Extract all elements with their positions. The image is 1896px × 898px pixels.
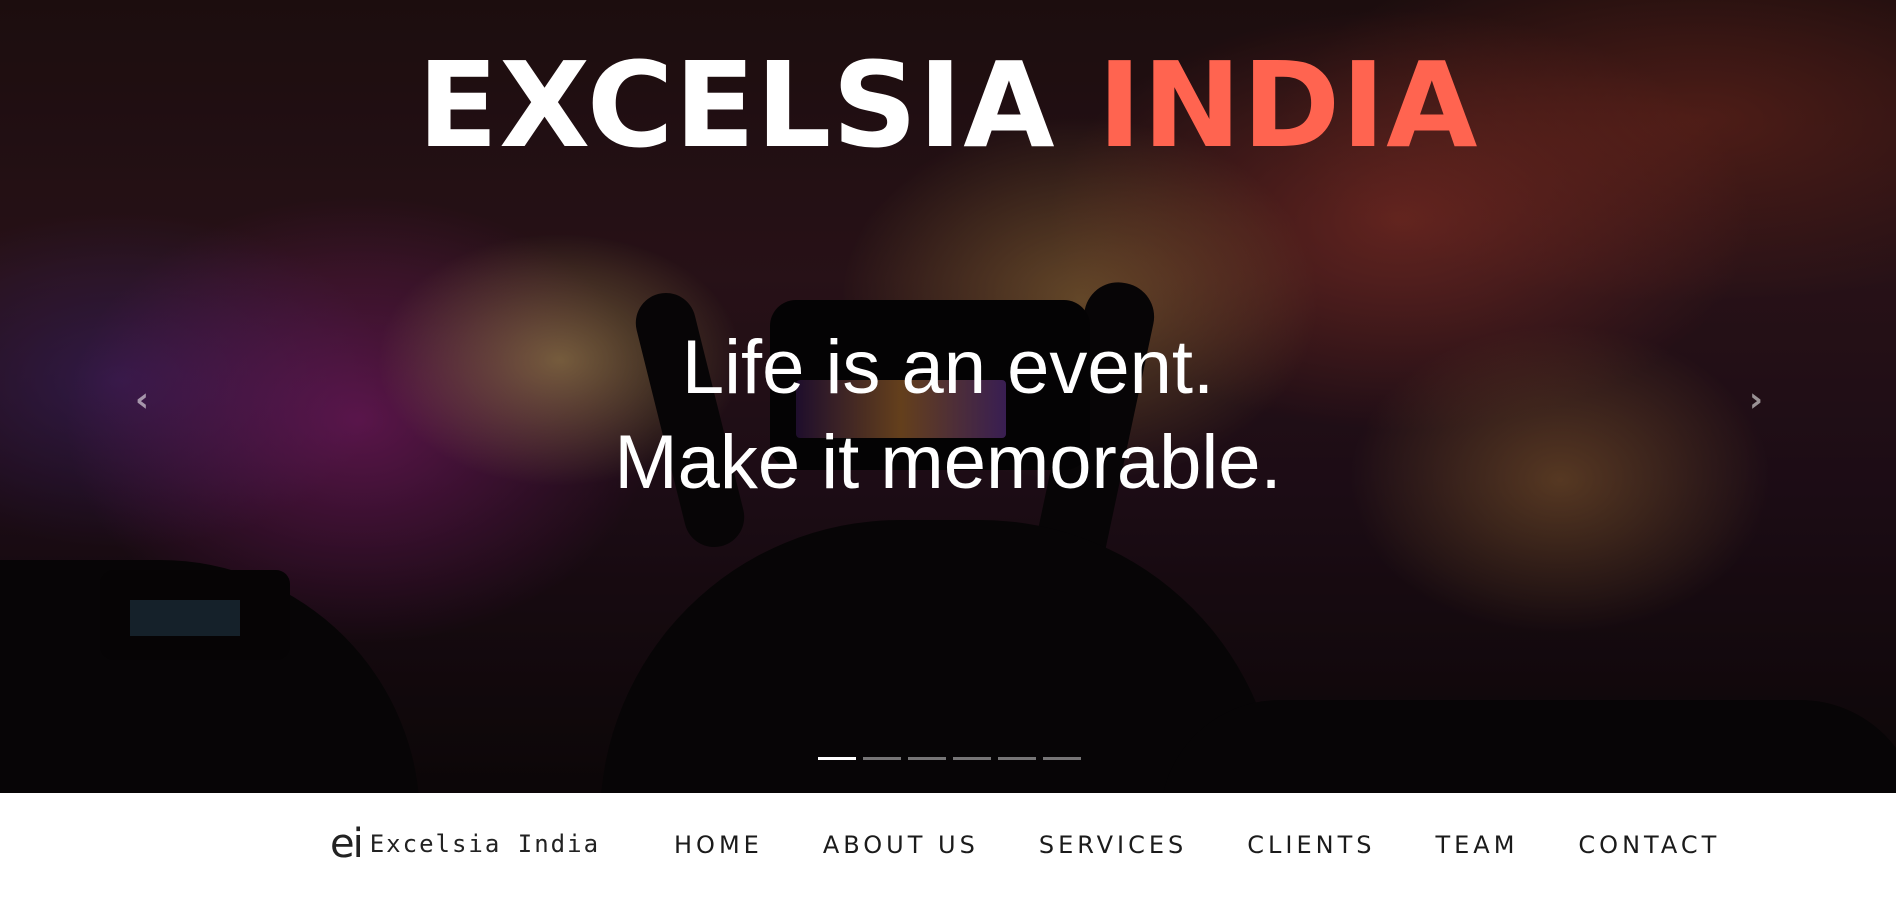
logo-text: Excelsia India bbox=[369, 830, 601, 858]
carousel-indicator-5[interactable] bbox=[998, 757, 1036, 760]
tagline-line-2: Make it memorable. bbox=[614, 420, 1282, 505]
carousel-indicator-3[interactable] bbox=[908, 757, 946, 760]
hero-tagline: Life is an event. Make it memorable. bbox=[0, 320, 1896, 510]
nav-link-clients[interactable]: CLIENTS bbox=[1247, 827, 1375, 863]
logo-mark: ei bbox=[330, 821, 364, 867]
brand-title-main: EXCELSIA bbox=[417, 36, 1056, 174]
hero-carousel: EXCELSIA INDIA Life is an event. Make it… bbox=[0, 0, 1896, 793]
nav-link-team[interactable]: TEAM bbox=[1435, 827, 1518, 863]
carousel-indicators bbox=[818, 757, 1081, 761]
brand-title-accent: INDIA bbox=[1097, 36, 1479, 174]
chevron-left-icon[interactable]: ‹ bbox=[122, 380, 162, 420]
carousel-indicator-6[interactable] bbox=[1043, 757, 1081, 760]
carousel-indicator-4[interactable] bbox=[953, 757, 991, 760]
site-logo[interactable]: ei Excelsia India bbox=[330, 819, 600, 869]
tagline-line-1: Life is an event. bbox=[681, 325, 1215, 410]
main-navbar: ei Excelsia India HOME ABOUT US SERVICES… bbox=[0, 793, 1896, 898]
nav-link-home[interactable]: HOME bbox=[674, 827, 763, 863]
nav-link-contact[interactable]: CONTACT bbox=[1578, 827, 1720, 863]
nav-links: HOME ABOUT US SERVICES CLIENTS TEAM CONT… bbox=[674, 827, 1720, 863]
chevron-right-icon[interactable]: › bbox=[1736, 380, 1776, 420]
nav-link-services[interactable]: SERVICES bbox=[1039, 827, 1187, 863]
brand-title: EXCELSIA INDIA bbox=[0, 40, 1896, 170]
carousel-indicator-1[interactable] bbox=[818, 757, 856, 760]
carousel-indicator-2[interactable] bbox=[863, 757, 901, 760]
nav-link-about-us[interactable]: ABOUT US bbox=[823, 827, 979, 863]
